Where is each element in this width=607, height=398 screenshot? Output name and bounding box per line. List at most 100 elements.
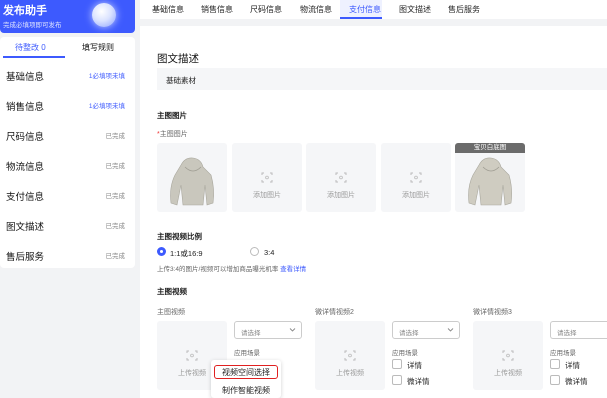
sidebar-tabs: 待整改 0 填写规则 bbox=[0, 37, 135, 59]
upload-video-icon bbox=[186, 350, 198, 361]
chevron-down-icon bbox=[289, 328, 296, 332]
sidebar-item-payment-info[interactable]: 支付信息 已完成 bbox=[0, 180, 135, 210]
video-2-scene-select[interactable]: 请选择 bbox=[392, 321, 460, 339]
select-placeholder: 请选择 bbox=[241, 330, 261, 337]
sidebar-panel: 待整改 0 填写规则 基础信息 1必填项未填 销售信息 1必填项未填 尺码信息 … bbox=[0, 37, 135, 268]
upload-video-icon bbox=[344, 350, 356, 361]
ratio-3-4-radio[interactable] bbox=[250, 247, 259, 256]
ratio-1-1-radio[interactable] bbox=[157, 247, 166, 256]
detail-checkbox[interactable] bbox=[550, 359, 560, 369]
app-title: 发布助手 bbox=[3, 5, 47, 17]
video-ratio-heading: 主图视频比例 bbox=[157, 232, 202, 241]
page-title: 图文描述 bbox=[157, 53, 199, 65]
scene-label: 应用场景 bbox=[234, 350, 260, 357]
sidebar-item-label: 尺码信息 bbox=[6, 132, 45, 143]
add-image-icon bbox=[410, 172, 422, 183]
sidebar-item-status: 已完成 bbox=[105, 163, 126, 170]
tab-basic-info[interactable]: 基础信息 bbox=[152, 4, 184, 15]
sidebar-item-description[interactable]: 图文描述 已完成 bbox=[0, 210, 135, 240]
sidebar-item-label: 基础信息 bbox=[6, 72, 45, 83]
micro-detail-checkbox[interactable] bbox=[392, 375, 402, 385]
make-smart-video-option[interactable]: 制作智能视频 bbox=[214, 384, 278, 398]
sidebar-item-status: 已完成 bbox=[105, 193, 126, 200]
white-background-image-slot[interactable]: 宝贝白底图 bbox=[455, 143, 525, 212]
add-image-slot-4[interactable]: 添加图片 bbox=[381, 143, 451, 212]
hoodie-product-image bbox=[468, 157, 512, 206]
tab-logistics-info[interactable]: 物流信息 bbox=[300, 4, 332, 15]
add-image-label: 添加图片 bbox=[402, 192, 430, 199]
add-image-icon bbox=[335, 172, 347, 183]
sidebar-item-status: 1必填项未填 bbox=[88, 103, 125, 110]
upload-video-icon bbox=[502, 350, 514, 361]
video-1-scene-select[interactable]: 请选择 bbox=[234, 321, 302, 339]
view-details-link[interactable]: 查看详情 bbox=[280, 266, 306, 273]
tab-description[interactable]: 图文描述 bbox=[399, 4, 431, 15]
upload-video-slot-2[interactable]: 上传视频 bbox=[315, 321, 385, 390]
sub-section-title: 基础素材 bbox=[166, 76, 196, 85]
sidebar-item-logistics-info[interactable]: 物流信息 已完成 bbox=[0, 150, 135, 180]
app-subtitle: 完成必填项即可发布 bbox=[3, 22, 62, 29]
main-content: 图文描述 基础素材 主图图片 *主图图片 添加图片 添加图片 添加图片 宝贝白底… bbox=[140, 26, 607, 398]
sidebar-item-status: 已完成 bbox=[105, 223, 126, 230]
chevron-down-icon bbox=[447, 328, 454, 332]
sidebar-item-after-sales[interactable]: 售后服务 已完成 bbox=[0, 240, 135, 270]
lightbulb-icon bbox=[92, 3, 116, 27]
white-background-badge: 宝贝白底图 bbox=[455, 143, 525, 153]
main-video-label: 主图视频 bbox=[157, 309, 185, 316]
sidebar-item-status: 已完成 bbox=[105, 133, 126, 140]
sidebar-header: 发布助手 完成必填项即可发布 bbox=[0, 0, 135, 33]
ratio-1-1-label: 1:1或16:9 bbox=[170, 249, 203, 258]
add-image-slot-3[interactable]: 添加图片 bbox=[306, 143, 376, 212]
sidebar-item-label: 物流信息 bbox=[6, 162, 45, 173]
micro-detail-option-label: 微详情 bbox=[407, 377, 430, 386]
detail-option-label: 详情 bbox=[407, 361, 422, 370]
tab-pending-fixes[interactable]: 待整改 0 bbox=[15, 42, 46, 53]
sidebar-item-status: 已完成 bbox=[105, 253, 126, 260]
sidebar-item-label: 图文描述 bbox=[6, 222, 45, 233]
main-images-label: *主图图片 bbox=[157, 129, 188, 139]
tab-size-info[interactable]: 尺码信息 bbox=[250, 4, 282, 15]
micro-detail-video-2-label: 微详情视频2 bbox=[315, 309, 354, 316]
select-placeholder: 请选择 bbox=[399, 330, 419, 337]
main-images-heading: 主图图片 bbox=[157, 111, 187, 120]
micro-detail-checkbox[interactable] bbox=[550, 375, 560, 385]
sidebar-item-label: 销售信息 bbox=[6, 102, 45, 113]
sidebar-item-status: 1必填项未填 bbox=[88, 73, 125, 80]
video-ratio-hint-text: 上传3:4的图片/视频可以增加商品曝光机率 bbox=[157, 266, 279, 273]
video-3-scene-select[interactable]: 请选择 bbox=[550, 321, 607, 339]
sidebar-item-label: 售后服务 bbox=[6, 252, 45, 263]
detail-option-label: 详情 bbox=[565, 361, 580, 370]
tab-after-sales[interactable]: 售后服务 bbox=[448, 4, 480, 15]
add-image-label: 添加图片 bbox=[327, 192, 355, 199]
main-images-label-text: 主图图片 bbox=[159, 131, 188, 138]
micro-detail-option-label: 微详情 bbox=[565, 377, 588, 386]
main-video-heading: 主图视频 bbox=[157, 287, 187, 296]
sidebar-item-label: 支付信息 bbox=[6, 192, 45, 203]
tab-payment-info[interactable]: 支付信息 bbox=[349, 4, 381, 15]
add-image-label: 添加图片 bbox=[253, 192, 281, 199]
sidebar-item-basic-info[interactable]: 基础信息 1必填项未填 bbox=[0, 60, 135, 90]
video-space-select-option[interactable]: 视频空间选择 bbox=[214, 365, 278, 379]
add-image-slot-2[interactable]: 添加图片 bbox=[232, 143, 302, 212]
tab-sales-info[interactable]: 销售信息 bbox=[201, 4, 233, 15]
scene-label: 应用场景 bbox=[550, 350, 576, 357]
upload-video-label: 上传视频 bbox=[494, 370, 522, 377]
detail-checkbox[interactable] bbox=[392, 359, 402, 369]
video-source-menu: 视频空间选择 制作智能视频 bbox=[211, 360, 281, 398]
sidebar: 发布助手 完成必填项即可发布 待整改 0 填写规则 基础信息 1必填项未填 销售… bbox=[0, 0, 135, 398]
sidebar-item-sales-info[interactable]: 销售信息 1必填项未填 bbox=[0, 90, 135, 120]
active-tab-indicator bbox=[3, 56, 65, 58]
select-placeholder: 请选择 bbox=[557, 330, 577, 337]
add-image-icon bbox=[261, 172, 273, 183]
upload-video-label: 上传视频 bbox=[336, 370, 364, 377]
sidebar-item-size-info[interactable]: 尺码信息 已完成 bbox=[0, 120, 135, 150]
main-image-slot-1[interactable] bbox=[157, 143, 227, 212]
scene-label: 应用场景 bbox=[392, 350, 418, 357]
ratio-3-4-label: 3:4 bbox=[264, 248, 275, 257]
hoodie-product-image bbox=[170, 157, 214, 206]
section-tabs: 基础信息 销售信息 尺码信息 物流信息 支付信息 图文描述 售后服务 bbox=[140, 0, 607, 19]
tab-fill-rules[interactable]: 填写规则 bbox=[82, 42, 114, 53]
micro-detail-video-3-label: 微详情视频3 bbox=[473, 309, 512, 316]
upload-video-slot-3[interactable]: 上传视频 bbox=[473, 321, 543, 390]
sub-section-bar: 基础素材 bbox=[157, 68, 607, 90]
